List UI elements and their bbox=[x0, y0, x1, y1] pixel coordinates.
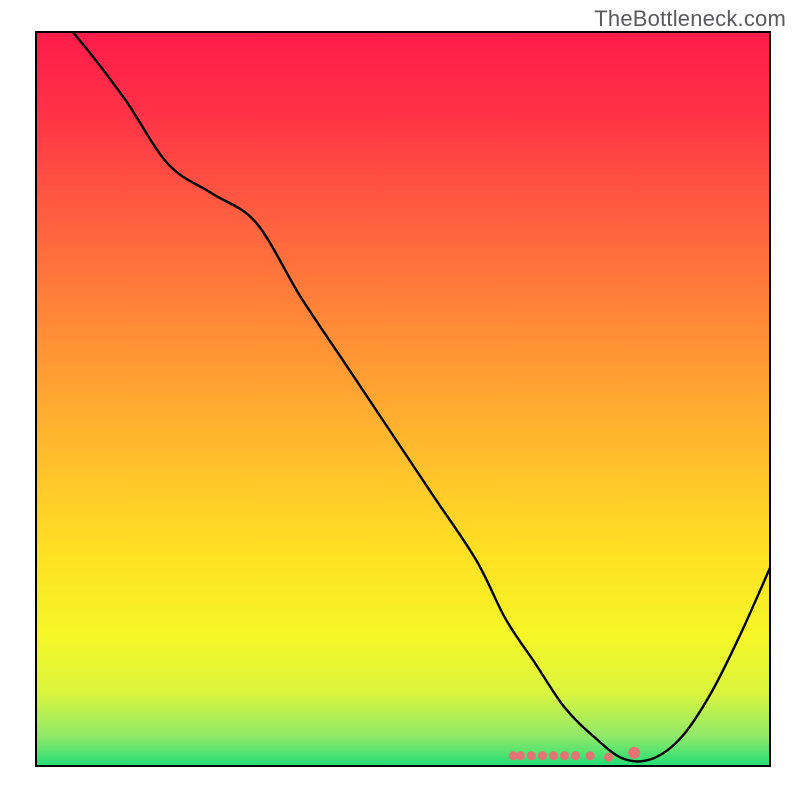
marker-dot bbox=[586, 751, 595, 760]
marker-dot bbox=[571, 751, 580, 760]
marker-dot bbox=[538, 751, 547, 760]
marker-dot bbox=[527, 751, 536, 760]
marker-dot bbox=[560, 751, 569, 760]
marker-dot bbox=[628, 747, 640, 759]
plot-background bbox=[36, 32, 770, 766]
bottleneck-chart bbox=[0, 0, 800, 800]
marker-dot bbox=[549, 751, 558, 760]
marker-dot bbox=[516, 751, 525, 760]
marker-dot bbox=[604, 753, 613, 762]
